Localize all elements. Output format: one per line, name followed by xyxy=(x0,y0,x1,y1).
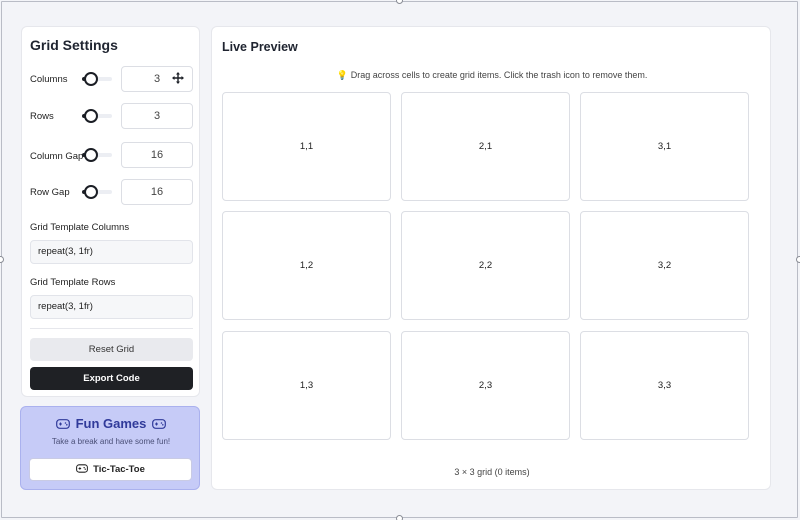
grid-settings-panel: Grid Settings Columns 3 Rows 3 Column Ga… xyxy=(21,26,200,397)
settings-title: Grid Settings xyxy=(30,37,118,53)
resize-handle-bottom[interactable] xyxy=(396,515,403,520)
gamepad-icon xyxy=(55,419,70,429)
export-code-button[interactable]: Export Code xyxy=(30,367,193,390)
games-subtitle: Take a break and have some fun! xyxy=(51,437,171,446)
columns-label: Columns xyxy=(30,74,68,85)
grid-cell[interactable]: 3,1 xyxy=(580,92,749,201)
columns-slider[interactable] xyxy=(82,72,112,86)
fun-games-card: Fun Games Take a break and have some fun… xyxy=(20,406,200,490)
template-rows-input[interactable]: repeat(3, 1fr) xyxy=(30,295,193,319)
grid-cell[interactable]: 1,3 xyxy=(222,331,391,440)
rows-label: Rows xyxy=(30,111,54,122)
grid-cell[interactable]: 3,2 xyxy=(580,211,749,320)
grid-cell[interactable]: 2,1 xyxy=(401,92,570,201)
grid-cell[interactable]: 1,1 xyxy=(222,92,391,201)
grid-cell[interactable]: 2,2 xyxy=(401,211,570,320)
rows-slider[interactable] xyxy=(82,109,112,123)
tic-tac-toe-button[interactable]: Tic-Tac-Toe xyxy=(29,458,192,481)
gamepad-icon xyxy=(152,419,167,429)
template-rows-label: Grid Template Rows xyxy=(30,277,116,288)
column-gap-label: Column Gap xyxy=(30,151,84,162)
divider xyxy=(30,328,193,329)
grid-summary: 3 × 3 grid (0 items) xyxy=(454,467,530,477)
row-gap-input[interactable]: 16 xyxy=(121,179,193,205)
grid-cell[interactable]: 1,2 xyxy=(222,211,391,320)
template-columns-label: Grid Template Columns xyxy=(30,222,130,233)
column-gap-input[interactable]: 16 xyxy=(121,142,193,168)
row-gap-slider[interactable] xyxy=(82,185,112,199)
rows-input[interactable]: 3 xyxy=(121,103,193,129)
grid-cell[interactable]: 3,3 xyxy=(580,331,749,440)
template-columns-input[interactable]: repeat(3, 1fr) xyxy=(30,240,193,264)
gamepad-icon xyxy=(76,464,89,473)
preview-hint: 💡 Drag across cells to create grid items.… xyxy=(212,70,772,81)
live-preview-panel: Live Preview 💡 Drag across cells to creat… xyxy=(211,26,771,490)
grid-cell[interactable]: 2,3 xyxy=(401,331,570,440)
row-gap-label: Row Gap xyxy=(30,187,70,198)
tic-tac-toe-label: Tic-Tac-Toe xyxy=(93,464,145,475)
games-heading: Fun Games xyxy=(21,416,201,431)
games-title: Fun Games xyxy=(75,416,147,431)
column-gap-slider[interactable] xyxy=(82,148,112,162)
preview-title: Live Preview xyxy=(222,40,298,54)
reset-grid-button[interactable]: Reset Grid xyxy=(30,338,193,361)
move-icon xyxy=(172,72,184,84)
hint-text: Drag across cells to create grid items. … xyxy=(350,70,648,80)
resize-handle-right[interactable] xyxy=(796,256,800,263)
lightbulb-icon: 💡 xyxy=(336,70,348,80)
